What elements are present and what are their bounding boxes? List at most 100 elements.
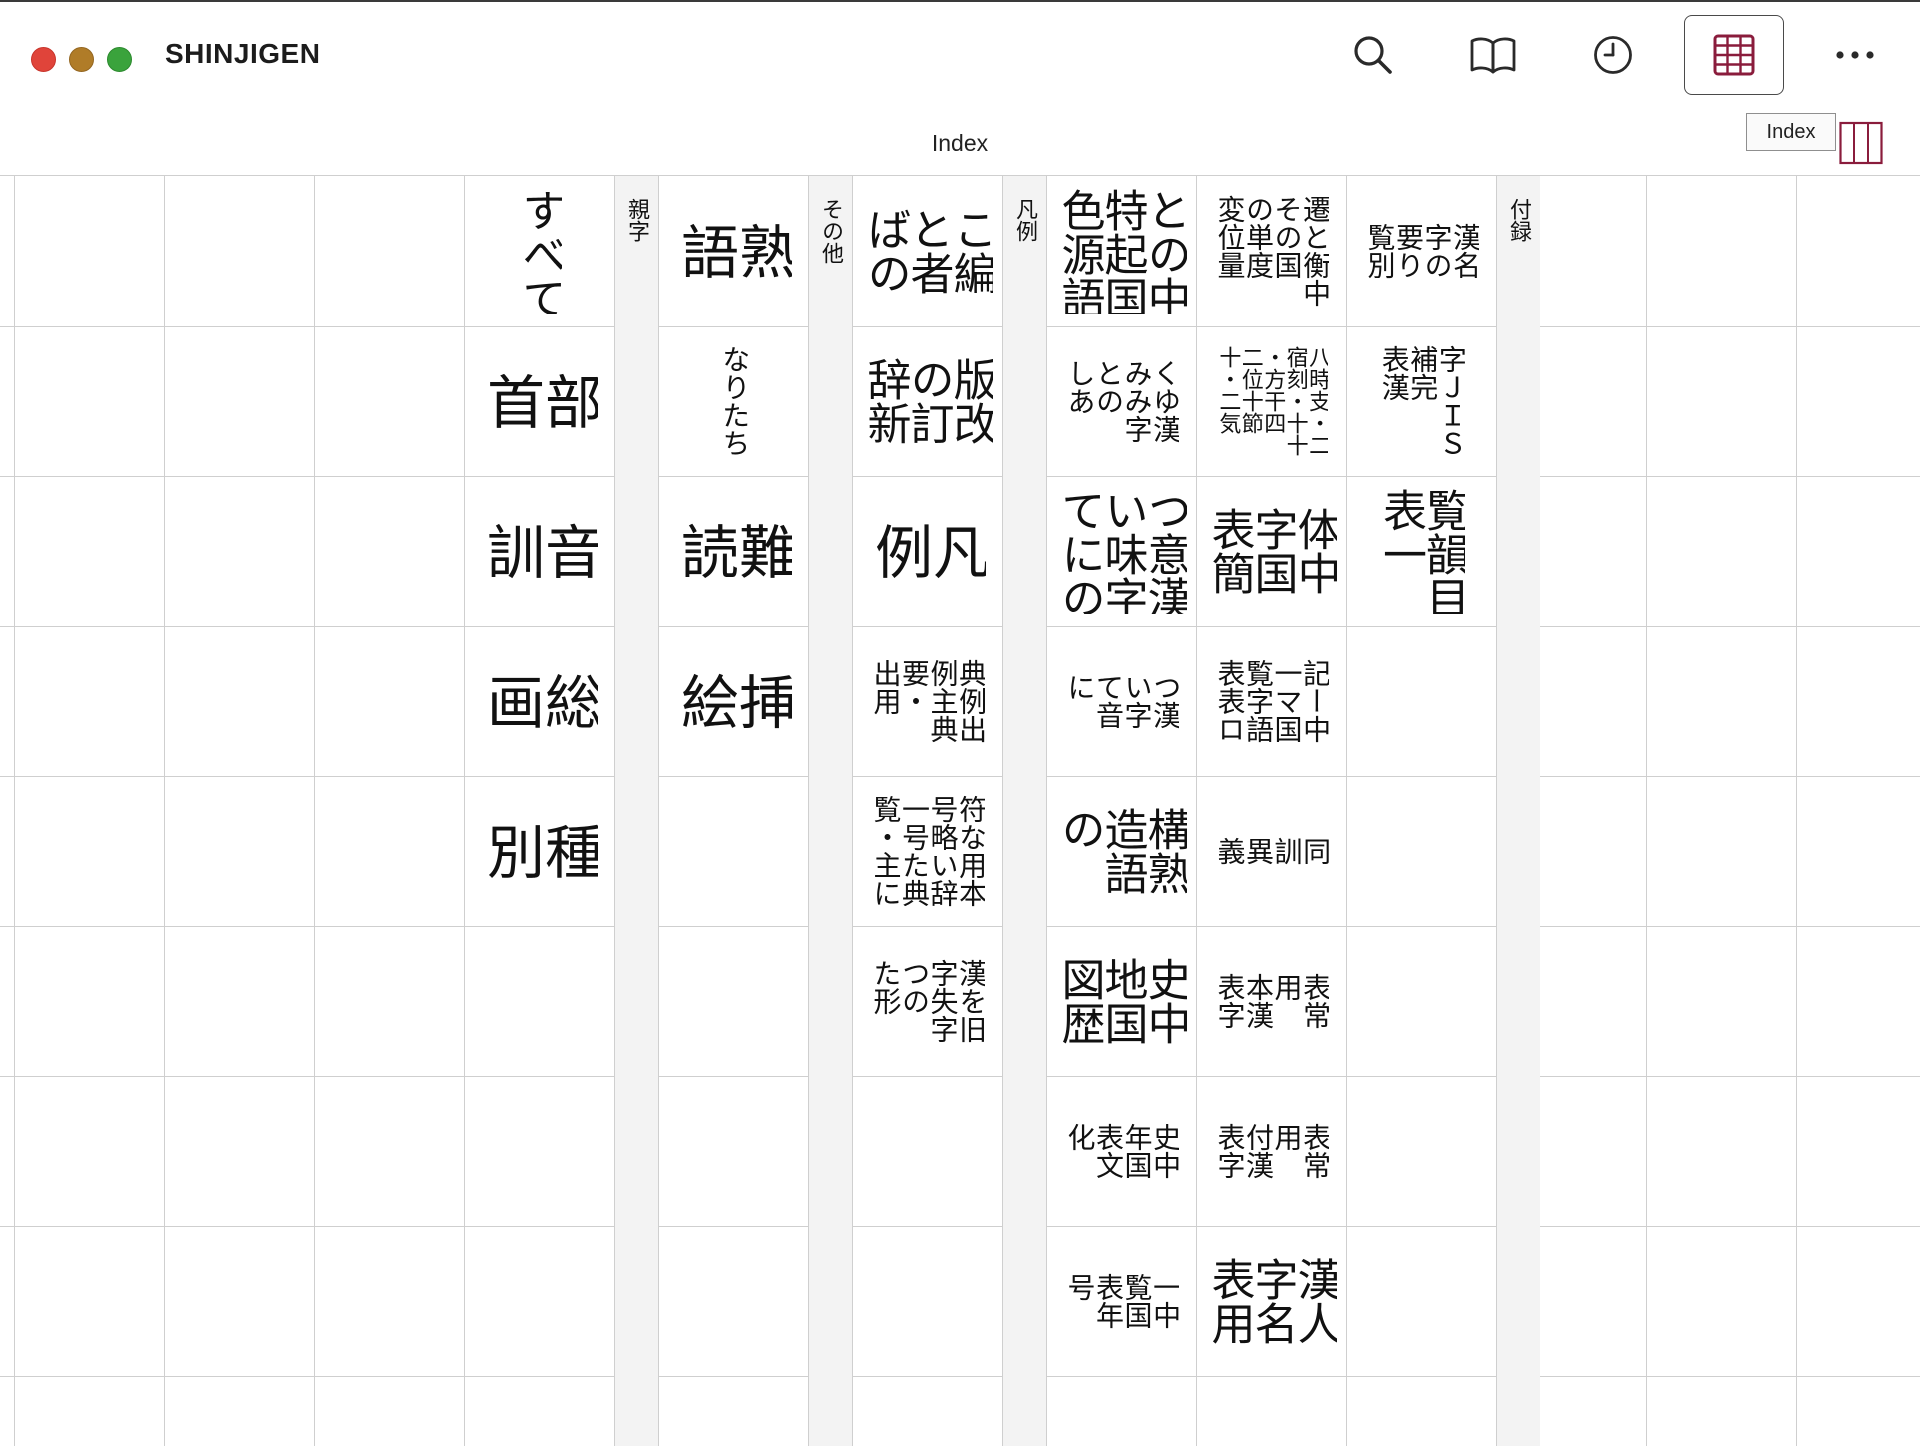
index-entry[interactable]: 漢名 字の 要り 覧別 — [1347, 176, 1497, 326]
index-entry[interactable]: くゆ漢 みみ字 との しあ — [1047, 326, 1197, 476]
history-button[interactable] — [1563, 15, 1663, 95]
minimize-window-button[interactable] — [69, 47, 94, 72]
columns-layout-icon[interactable] — [1839, 120, 1885, 166]
section-divider[interactable]: 付録 — [1496, 176, 1540, 1446]
index-entry-label: 字ＪＩＳ 補完 表漢 — [1379, 345, 1465, 457]
section-divider[interactable]: その他 — [808, 176, 852, 1446]
index-entry[interactable]: なりたち — [659, 326, 809, 476]
grid-row-line — [852, 1076, 1002, 1077]
close-window-button[interactable] — [31, 47, 56, 72]
index-entry[interactable]: 符な用本 号略い辞 一号た典 覧・主に — [853, 776, 1003, 926]
history-icon — [1594, 36, 1632, 74]
grid-column-line — [1646, 176, 1647, 1446]
index-entry[interactable]: 表常 用 本漢 表字 — [1197, 926, 1347, 1076]
index-entry[interactable]: 凡 例 — [853, 476, 1003, 626]
search-button[interactable] — [1323, 15, 1423, 95]
grid-row-line — [658, 1076, 808, 1077]
grid-column-line — [1796, 176, 1797, 1446]
view-title: Index — [931, 130, 989, 156]
grid-row-line — [1046, 326, 1496, 327]
index-entry[interactable]: つ意漢 い味字 てにの — [1047, 476, 1197, 626]
index-entry[interactable]: 記ー中 一マ国 覧字語 表表ロ — [1197, 626, 1347, 776]
grid-column-line — [1196, 176, 1197, 1446]
index-entry[interactable]: 遷と衡中 その国 の単度 変位量 — [1197, 176, 1347, 326]
zoom-window-button[interactable] — [107, 47, 132, 72]
grid-row-line — [0, 1076, 614, 1077]
index-entry-label: すべて — [518, 188, 562, 314]
index-entry[interactable]: 熟 語 — [659, 176, 809, 326]
index-entry[interactable]: 史中 年国 表文 化 — [1047, 1076, 1197, 1226]
grid-row-line — [658, 476, 808, 477]
grid-row-line — [852, 776, 1002, 777]
section-divider[interactable]: 凡例 — [1002, 176, 1046, 1446]
index-entry-label: 八時支・二 宿刻・十十 ・方干四 二位十節 十・二気 — [1215, 346, 1329, 456]
grid-row-line — [852, 476, 1002, 477]
index-entry[interactable]: 字ＪＩＳ 補完 表漢 — [1347, 326, 1497, 476]
book-icon — [1470, 37, 1516, 74]
grid-column-line — [808, 176, 809, 1446]
grid-column-line — [614, 176, 615, 1446]
grid-row-line — [852, 326, 1002, 327]
index-button[interactable] — [1684, 15, 1784, 95]
index-entry[interactable]: 総 画 — [465, 626, 615, 776]
index-entry[interactable]: 種 別 — [465, 776, 615, 926]
index-entry-label: 構熟 造語 の — [1057, 807, 1187, 895]
index-entry[interactable]: すべて — [465, 176, 615, 326]
index-entry[interactable]: 体中 字国 表簡 — [1197, 476, 1347, 626]
index-entry-label: 符な用本 号略い辞 一号た典 覧・主に — [870, 795, 986, 907]
index-entry-label: 体中 字国 表簡 — [1207, 507, 1337, 595]
index-entry[interactable]: こ編 と者 ばの — [853, 176, 1003, 326]
index-entry-label: つ意漢 い味字 てにの — [1057, 488, 1187, 614]
grid-column-line — [1496, 176, 1497, 1446]
index-grid-icon — [1713, 34, 1755, 76]
index-entry[interactable]: 覧韻目 表一 — [1347, 476, 1497, 626]
grid-row-line — [0, 626, 614, 627]
index-entry[interactable]: 八時支・二 宿刻・十十 ・方干四 二位十節 十・二気 — [1197, 326, 1347, 476]
index-entry[interactable]: 漢人 字名 表用 — [1197, 1226, 1347, 1376]
grid-row-line — [1046, 626, 1496, 627]
index-entry-label: 覧韻目 表一 — [1378, 488, 1466, 614]
index-entry[interactable]: との中 特起国 色源語 — [1047, 176, 1197, 326]
grid-row-line — [1540, 626, 1920, 627]
grid-column-line — [314, 176, 315, 1446]
grid-column-line — [14, 176, 15, 1446]
grid-column-line — [1002, 176, 1003, 1446]
index-entry[interactable]: 史中 地国 図歴 — [1047, 926, 1197, 1076]
index-entry[interactable]: 表常 用 付漢 表字 — [1197, 1076, 1347, 1226]
index-entry[interactable]: 典例出 例主典 要・ 出用 — [853, 626, 1003, 776]
index-entry-label: 音 訓 — [482, 522, 598, 580]
section-divider[interactable]: 親字 — [614, 176, 658, 1446]
index-entry[interactable]: 難 読 — [659, 476, 809, 626]
section-label: その他 — [818, 198, 843, 264]
index-entry-label: 種 別 — [482, 822, 598, 880]
index-entry[interactable]: 漢を旧 字失字 つの た形 — [853, 926, 1003, 1076]
dictionary-button[interactable] — [1443, 15, 1543, 95]
index-entry[interactable]: 同 訓 異 義 — [1197, 776, 1347, 926]
more-button[interactable] — [1805, 15, 1905, 95]
grid-column-line — [658, 176, 659, 1446]
index-entry[interactable]: 一中 覧国 表年 号 — [1047, 1226, 1197, 1376]
index-entry-label: 難 読 — [676, 522, 792, 580]
index-entry[interactable]: つ漢 い字 て音 に — [1047, 626, 1197, 776]
grid-row-line — [1046, 776, 1496, 777]
index-entry-label: 表常 用 付漢 表字 — [1214, 1123, 1330, 1179]
index-entry-label: こ編 と者 ばの — [863, 207, 993, 295]
grid-row-line — [0, 926, 614, 927]
index-entry[interactable]: 版改 の訂 辞新 — [853, 326, 1003, 476]
index-entry-label: つ漢 い字 て音 に — [1064, 673, 1180, 729]
index-entry[interactable]: 部 首 — [465, 326, 615, 476]
index-entry[interactable]: 音 訓 — [465, 476, 615, 626]
index-entry-label: 漢人 字名 表用 — [1207, 1257, 1337, 1345]
title-bar: SHINJIGEN — [0, 4, 1920, 104]
index-entry[interactable]: 構熟 造語 の — [1047, 776, 1197, 926]
index-entry[interactable]: 挿 絵 — [659, 626, 809, 776]
grid-row-line — [0, 776, 614, 777]
grid-row-line — [852, 1376, 1002, 1377]
index-entry-label: 凡 例 — [870, 522, 986, 580]
index-entry-label: なりたち — [719, 345, 749, 457]
grid-row-line — [852, 1226, 1002, 1227]
grid-row-line — [658, 1376, 808, 1377]
grid-row-line — [1046, 1226, 1496, 1227]
grid-row-line — [658, 326, 808, 327]
grid-row-line — [1540, 776, 1920, 777]
